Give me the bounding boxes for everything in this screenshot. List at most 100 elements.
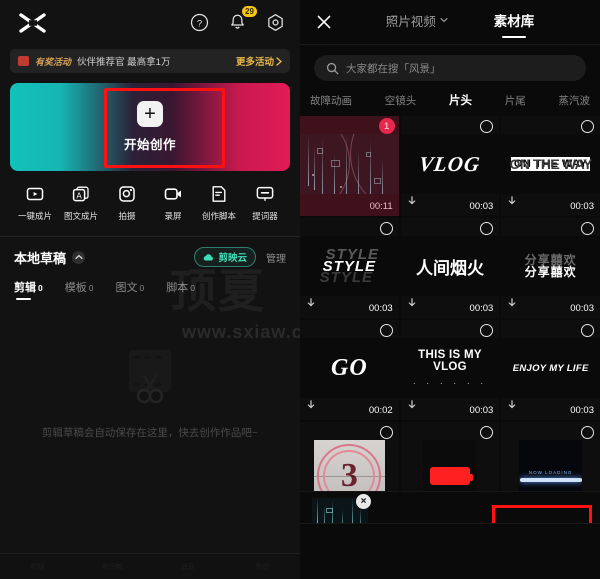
picker-tabs: 照片视频 素材库	[334, 10, 586, 34]
category-intro[interactable]: 片头	[449, 92, 472, 108]
thumbnail-caption: GO	[330, 354, 368, 381]
start-create-content: + 开始创作	[124, 101, 176, 153]
bottom-nav-item-edit[interactable]: 剪辑	[0, 562, 75, 572]
selection-circle[interactable]	[379, 222, 393, 235]
draft-tab-count: 0	[190, 283, 195, 293]
tab-label: 素材库	[493, 14, 535, 29]
script-icon	[208, 183, 230, 205]
cloud-button-label: 剪映云	[218, 253, 247, 264]
download-icon[interactable]	[507, 194, 517, 212]
home-panel: ? 29 有奖活动 伙伴推荐官 最高拿1万 更多活动 + 开始创作 一键成片 A…	[0, 0, 300, 579]
drafts-title: 本地草稿	[14, 250, 67, 266]
tool-shortcuts-row: 一键成片 A 图文成片 拍摄 录屏 创作脚本 提词器	[0, 171, 300, 222]
selection-circle[interactable]	[580, 120, 594, 133]
download-icon[interactable]	[507, 296, 517, 314]
remove-clip-button[interactable]: ×	[356, 494, 371, 509]
start-create-banner[interactable]: + 开始创作	[10, 83, 290, 171]
selection-circle[interactable]	[379, 426, 393, 439]
teleprompter-icon	[254, 183, 276, 205]
material-cell[interactable]: STYLE STYLE STYLE 00:03	[300, 218, 399, 318]
duration-label: 00:03	[570, 201, 594, 212]
tool-one-click-video[interactable]: 一键成片	[14, 183, 56, 222]
material-cell[interactable]: 1 00:11	[300, 116, 399, 216]
material-cell[interactable]: VLOG 00:03	[400, 116, 500, 216]
category-empty-shot[interactable]: 空镜头	[385, 93, 417, 108]
svg-text:?: ?	[196, 18, 201, 29]
draft-tab-template[interactable]: 模板 0	[65, 279, 94, 300]
chevron-right-icon	[276, 56, 282, 66]
download-icon[interactable]	[407, 296, 417, 314]
bottom-nav-item-profile[interactable]: 我的	[225, 562, 300, 572]
duration-label: 00:03	[368, 303, 393, 314]
material-cell[interactable]: ON THE WAY ON THE WAY 00:03	[501, 116, 600, 216]
capcut-logo-icon[interactable]	[14, 10, 52, 36]
download-icon[interactable]	[407, 398, 417, 416]
draft-tab-count: 0	[88, 283, 94, 293]
tool-label: 创作脚本	[201, 211, 236, 221]
camera-icon	[116, 183, 138, 205]
tool-label: 一键成片	[17, 211, 52, 221]
promo-more-button[interactable]: 更多活动	[236, 54, 282, 68]
selection-circle[interactable]	[480, 324, 494, 337]
material-cell[interactable]: 分享囍欢 分享囍欢 00:03	[501, 218, 600, 318]
cloud-button[interactable]: 剪映云	[194, 247, 256, 267]
arc-decoration	[300, 134, 399, 194]
draft-tab-textimage[interactable]: 图文 0	[115, 279, 144, 300]
svg-text:A: A	[76, 191, 82, 200]
tab-photo-video[interactable]: 照片视频	[386, 11, 448, 34]
tab-material-library[interactable]: 素材库	[494, 10, 535, 34]
tool-text-to-video[interactable]: A 图文成片	[60, 183, 102, 222]
promo-banner[interactable]: 有奖活动 伙伴推荐官 最高拿1万 更多活动	[10, 49, 290, 73]
selection-circle[interactable]	[480, 120, 494, 133]
download-icon[interactable]	[507, 398, 517, 416]
material-cell[interactable]: 人间烟火 00:03	[400, 218, 500, 318]
material-thumbnail: VLOG	[400, 134, 500, 194]
selection-circle[interactable]	[480, 222, 494, 235]
bottom-nav-item-message[interactable]: 消息	[150, 562, 225, 572]
chevron-up-icon[interactable]	[72, 250, 86, 264]
selection-circle[interactable]	[379, 324, 393, 337]
gift-icon	[18, 56, 29, 66]
drafts-empty-state: 剪辑草稿会自动保存在这里，快去创作作品吧~	[0, 348, 300, 440]
category-vaporwave[interactable]: 蒸汽波	[559, 93, 591, 108]
manage-button[interactable]: 管理	[266, 250, 286, 265]
drafts-empty-text: 剪辑草稿会自动保存在这里，快去创作作品吧~	[41, 427, 259, 439]
tool-screen-record[interactable]: 录屏	[152, 183, 194, 222]
tool-teleprompter[interactable]: 提词器	[244, 183, 286, 222]
thumbnail-caption: ENJOY MY LIFE	[512, 362, 589, 374]
help-circle-icon[interactable]: ?	[188, 12, 210, 34]
app-screen: ? 29 有奖活动 伙伴推荐官 最高拿1万 更多活动 + 开始创作 一键成片 A…	[0, 0, 600, 579]
category-glitch[interactable]: 故障动画	[310, 93, 352, 108]
draft-tab-edit[interactable]: 剪辑 0	[14, 279, 43, 300]
gear-hex-icon[interactable]	[264, 12, 286, 34]
bell-icon[interactable]: 29	[226, 5, 257, 34]
thumbnail-caption: VLOG	[417, 151, 483, 176]
draft-tab-script[interactable]: 脚本 0	[166, 279, 195, 300]
download-icon[interactable]	[306, 398, 316, 416]
tool-camera[interactable]: 拍摄	[106, 183, 148, 222]
dots-decoration: · · · · · ·	[412, 377, 488, 388]
promo-text: 伙伴推荐官 最高拿1万	[77, 57, 171, 68]
material-cell[interactable]: ENJOY MY LIFE 00:03	[501, 320, 600, 420]
selection-circle[interactable]	[580, 324, 594, 337]
bottom-nav: 剪辑 剪同款 消息 我的	[0, 553, 300, 579]
material-cell[interactable]: GO 00:02	[300, 320, 399, 420]
close-icon[interactable]	[314, 12, 334, 32]
duration-label: 00:03	[570, 405, 594, 416]
search-input[interactable]: 大家都在搜「风景」	[346, 61, 441, 76]
category-outro[interactable]: 片尾	[505, 93, 526, 108]
selection-circle[interactable]	[580, 222, 594, 235]
cloud-icon	[204, 253, 214, 261]
material-cell[interactable]: THIS IS MY VLOG · · · · · · 00:03	[400, 320, 500, 420]
search-bar[interactable]: 大家都在搜「风景」	[314, 55, 586, 81]
selection-circle[interactable]	[480, 426, 494, 439]
download-icon[interactable]	[306, 296, 316, 314]
material-thumbnail: GO	[300, 338, 399, 398]
download-icon[interactable]	[407, 194, 417, 212]
selection-circle[interactable]	[580, 426, 594, 439]
thumbnail-caption-wrap: STYLE STYLE STYLE	[320, 246, 378, 286]
bottom-nav-item-template[interactable]: 剪同款	[75, 562, 150, 572]
tool-script[interactable]: 创作脚本	[198, 183, 240, 222]
search-icon	[326, 62, 339, 74]
promo-more-label: 更多活动	[235, 57, 274, 68]
